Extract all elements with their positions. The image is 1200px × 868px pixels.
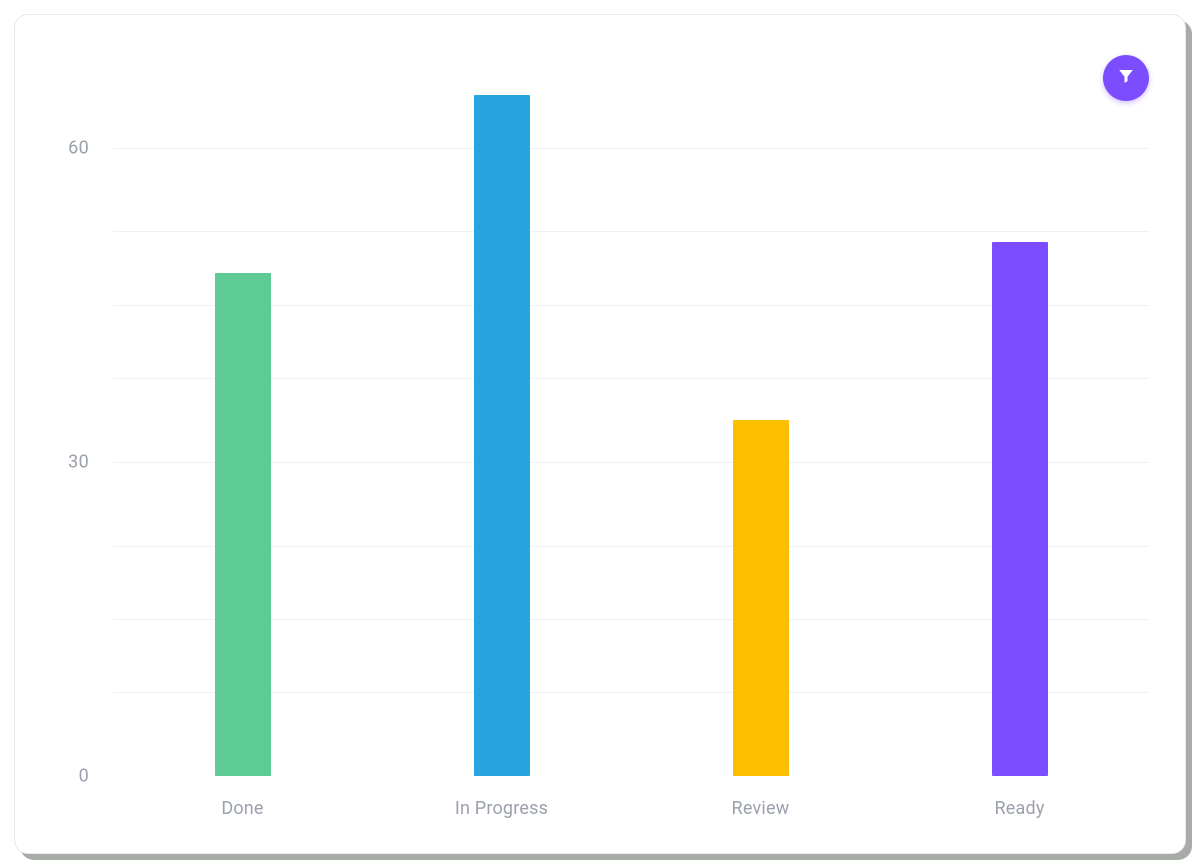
y-tick-label: 0 [79,766,113,787]
bar-in-progress [474,95,530,776]
bars-container [113,43,1149,776]
bar-slot [890,43,1149,776]
filter-icon [1117,67,1135,89]
y-tick-label: 60 [68,137,113,158]
x-tick-label: In Progress [372,798,631,819]
bar-chart: 03060 DoneIn ProgressReviewReady [85,43,1149,819]
x-tick-label: Done [113,798,372,819]
bar-review [733,420,789,776]
x-axis: DoneIn ProgressReviewReady [113,776,1149,819]
x-tick-label: Review [631,798,890,819]
bar-slot [631,43,890,776]
bar-ready [992,242,1048,776]
bar-done [215,273,271,776]
x-tick-label: Ready [890,798,1149,819]
plot-area: 03060 [113,43,1149,776]
bar-slot [113,43,372,776]
chart-card: 03060 DoneIn ProgressReviewReady [14,14,1186,854]
filter-button[interactable] [1103,55,1149,101]
y-tick-label: 30 [68,451,113,472]
bar-slot [372,43,631,776]
